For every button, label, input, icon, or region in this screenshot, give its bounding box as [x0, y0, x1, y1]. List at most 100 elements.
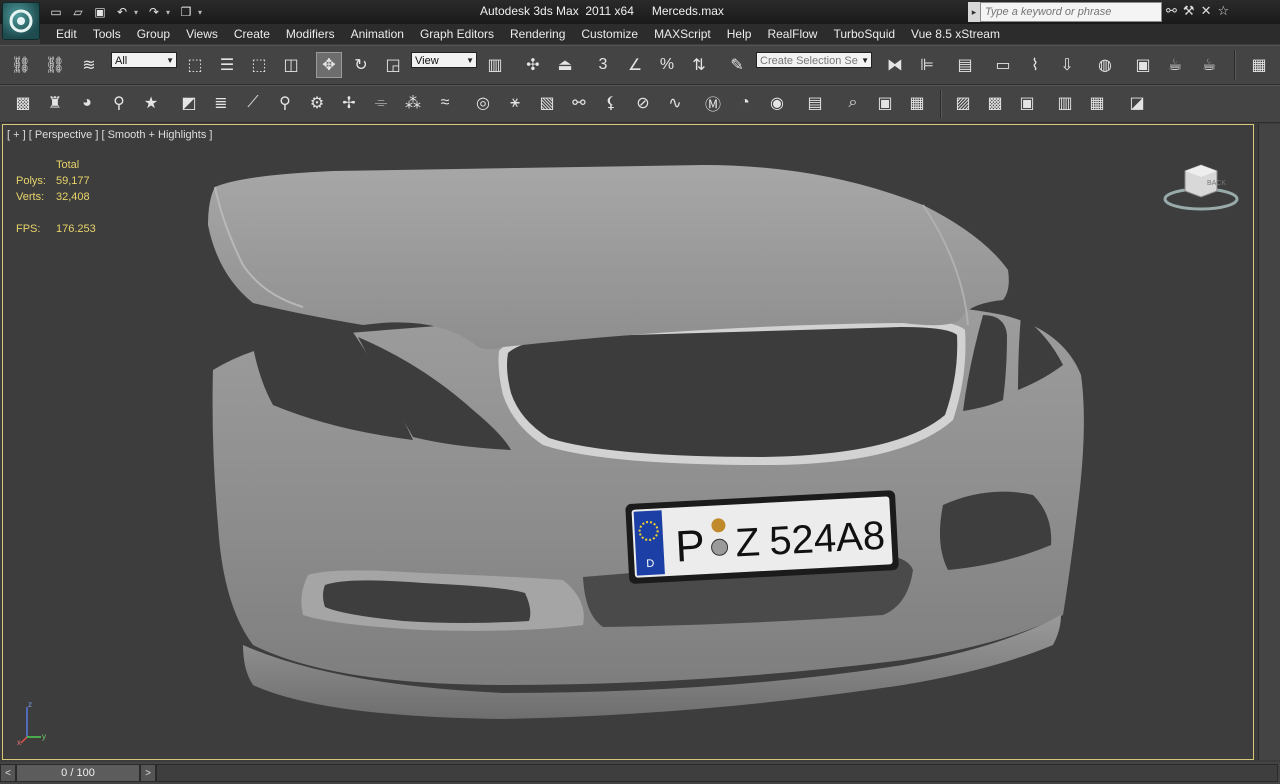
- redo-dropdown-icon[interactable]: ▾: [166, 3, 174, 21]
- boxes-icon[interactable]: ▩: [10, 90, 36, 116]
- command-panel[interactable]: [1258, 124, 1280, 760]
- project-folder-icon[interactable]: ❐: [176, 3, 196, 21]
- layer-manager-icon[interactable]: ▤: [952, 52, 978, 78]
- menu-realflow[interactable]: RealFlow: [761, 27, 823, 41]
- time-track[interactable]: [156, 764, 1278, 782]
- rendered-frame-window-icon[interactable]: ☕: [1162, 52, 1188, 78]
- clip-icon[interactable]: ◩: [176, 90, 202, 116]
- named-selection-dropdown[interactable]: Create Selection Se ▼: [756, 52, 872, 68]
- perspective-viewport[interactable]: D P Z 524A8 [ + ] [ Perspective ] [ Smoo…: [2, 124, 1254, 760]
- zoom-icon[interactable]: ⌕: [840, 90, 866, 116]
- wrench-icon[interactable]: ⚲: [272, 90, 298, 116]
- distribute-grid-icon[interactable]: ▦: [1084, 90, 1110, 116]
- new-file-icon[interactable]: ▭: [46, 3, 66, 21]
- select-by-name-icon[interactable]: ☰: [214, 52, 240, 78]
- search-expand-icon[interactable]: ▸: [968, 2, 980, 22]
- menu-group[interactable]: Group: [131, 27, 176, 41]
- film-icon[interactable]: ▦: [904, 90, 930, 116]
- select-and-rotate-icon[interactable]: ↻: [348, 52, 374, 78]
- brush-icon[interactable]: ⟋: [240, 90, 266, 116]
- scatter-icon[interactable]: ▨: [950, 90, 976, 116]
- quick-access-dropdown-icon[interactable]: ▾: [198, 3, 206, 21]
- graph-icon[interactable]: ◪: [1124, 90, 1150, 116]
- menu-edit[interactable]: Edit: [50, 27, 83, 41]
- cloth-icon[interactable]: ▧: [534, 90, 560, 116]
- render-setup-icon[interactable]: ▣: [1130, 52, 1156, 78]
- undo-icon[interactable]: ↶: [112, 3, 132, 21]
- binoculars-icon[interactable]: ⚯: [1166, 3, 1177, 19]
- edit-named-selection-icon[interactable]: ✎: [724, 52, 750, 78]
- menu-modifiers[interactable]: Modifiers: [280, 27, 341, 41]
- menu-turbosquid[interactable]: TurboSquid: [827, 27, 901, 41]
- spline-icon[interactable]: ∿: [662, 90, 688, 116]
- graphite-modeling-tools-icon[interactable]: ▭: [990, 52, 1016, 78]
- gear-icon[interactable]: ⚙: [304, 90, 330, 116]
- time-prev-button[interactable]: <: [0, 764, 16, 782]
- menu-customize[interactable]: Customize: [575, 27, 644, 41]
- menu-graph-editors[interactable]: Graph Editors: [414, 27, 500, 41]
- time-slider[interactable]: 0 / 100: [16, 764, 140, 782]
- select-object-icon[interactable]: ⬚: [182, 52, 208, 78]
- open-file-icon[interactable]: ▱: [68, 3, 88, 21]
- unlink-selection-icon[interactable]: ⛓: [42, 52, 68, 78]
- menu-views[interactable]: Views: [180, 27, 224, 41]
- rectangular-selection-icon[interactable]: ⬚: [246, 52, 272, 78]
- select-and-move-icon[interactable]: ✥: [316, 52, 342, 78]
- figure-icon[interactable]: ⚹: [502, 90, 528, 116]
- panel-icon[interactable]: ▤: [802, 90, 828, 116]
- particle-icon[interactable]: ⁂: [400, 90, 426, 116]
- menu-tools[interactable]: Tools: [87, 27, 127, 41]
- time-next-button[interactable]: >: [140, 764, 156, 782]
- curve-editor-icon[interactable]: ⌇: [1022, 52, 1048, 78]
- shirt-icon[interactable]: ♜: [42, 90, 68, 116]
- distribute-icon[interactable]: ▥: [1052, 90, 1078, 116]
- tab-panel-toggle-icon[interactable]: ▦: [1246, 52, 1272, 78]
- redo-icon[interactable]: ↷: [144, 3, 164, 21]
- link-objects-icon[interactable]: ⚯: [566, 90, 592, 116]
- snaps-toggle-icon[interactable]: 3: [590, 52, 616, 78]
- star-icon[interactable]: ★: [138, 90, 164, 116]
- fan-icon[interactable]: ✢: [336, 90, 362, 116]
- wave-icon[interactable]: ≈: [432, 90, 458, 116]
- spinner-snap-icon[interactable]: ⇅: [686, 52, 712, 78]
- percent-snap-icon[interactable]: %: [654, 52, 680, 78]
- spin-icon[interactable]: ⊘: [630, 90, 656, 116]
- sphere-icon[interactable]: ◕: [74, 90, 100, 116]
- emitter-icon[interactable]: ⚲: [106, 90, 132, 116]
- angle-snap-icon[interactable]: ∠: [622, 52, 648, 78]
- menu-animation[interactable]: Animation: [345, 27, 410, 41]
- render-production-icon[interactable]: ☕: [1196, 52, 1222, 78]
- wave-plane-icon[interactable]: ⌯: [368, 90, 394, 116]
- constraint-icon[interactable]: ⚸: [598, 90, 624, 116]
- material-editor-icon[interactable]: ◍: [1092, 52, 1118, 78]
- viewcube-icon[interactable]: BACK: [1161, 157, 1241, 217]
- bind-space-warp-icon[interactable]: ≋: [76, 52, 102, 78]
- scatter-grid-icon[interactable]: ▩: [982, 90, 1008, 116]
- mirror-icon[interactable]: ⧓: [882, 52, 908, 78]
- stack-icon[interactable]: ≣: [208, 90, 234, 116]
- scatter-cube-icon[interactable]: ▣: [1014, 90, 1040, 116]
- menu-vue-xstream[interactable]: Vue 8.5 xStream: [905, 27, 1006, 41]
- viewport-label[interactable]: [ + ] [ Perspective ] [ Smooth + Highlig…: [7, 129, 212, 141]
- reference-coordinate-dropdown[interactable]: View ▼: [411, 52, 477, 68]
- select-and-link-icon[interactable]: ⛓: [8, 52, 34, 78]
- select-and-scale-icon[interactable]: ◲: [380, 52, 406, 78]
- selection-filter-dropdown[interactable]: All ▼: [111, 52, 177, 68]
- pivot-center-icon[interactable]: ▥: [482, 52, 508, 78]
- tools-icon[interactable]: ⚒: [1183, 3, 1195, 19]
- camera-icon[interactable]: ▣: [872, 90, 898, 116]
- keyboard-shortcut-override-icon[interactable]: ⏏: [552, 52, 578, 78]
- application-button[interactable]: [2, 2, 40, 40]
- menu-help[interactable]: Help: [721, 27, 758, 41]
- gauge-icon[interactable]: ◔: [732, 90, 758, 116]
- menu-maxscript[interactable]: MAXScript: [648, 27, 717, 41]
- window-crossing-icon[interactable]: ◫: [278, 52, 304, 78]
- vortex-icon[interactable]: ◉: [764, 90, 790, 116]
- undo-dropdown-icon[interactable]: ▾: [134, 3, 142, 21]
- save-icon[interactable]: ▣: [90, 3, 110, 21]
- favorite-star-icon[interactable]: ☆: [1217, 3, 1229, 19]
- menu-rendering[interactable]: Rendering: [504, 27, 571, 41]
- torus-icon[interactable]: ◎: [470, 90, 496, 116]
- schematic-view-icon[interactable]: ⇩: [1054, 52, 1080, 78]
- select-manipulate-icon[interactable]: ✣: [520, 52, 546, 78]
